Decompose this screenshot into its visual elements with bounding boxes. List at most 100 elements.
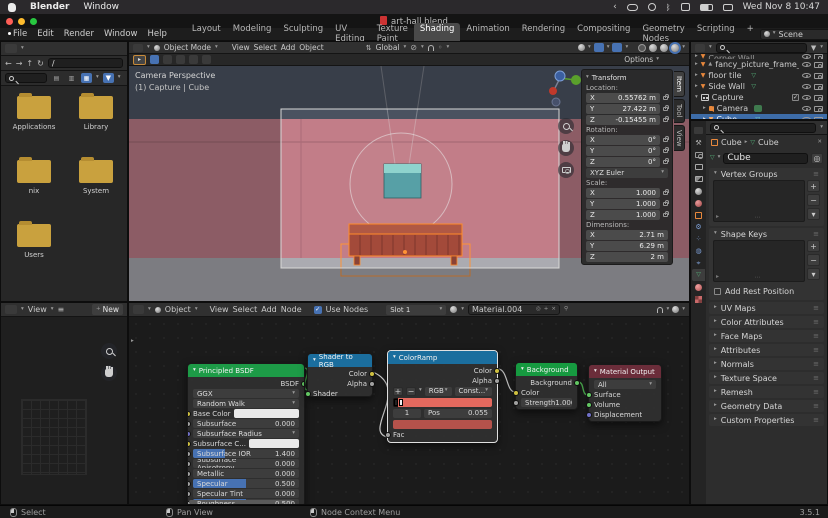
transform-orientation[interactable]: Global	[376, 43, 400, 52]
editor-type-icon[interactable]	[133, 305, 144, 314]
fake-user-shield-icon[interactable]: ◎	[811, 153, 823, 164]
custom-properties-panel[interactable]: ▸Custom Properties≡	[709, 414, 824, 426]
tab-tool[interactable]: ⚒	[692, 137, 705, 149]
shading-rendered-icon[interactable]	[671, 44, 679, 52]
hide-in-viewport-icon[interactable]	[802, 73, 811, 78]
viewport-menu-view[interactable]: View	[232, 43, 250, 52]
zoom-gizmo-icon[interactable]	[101, 343, 117, 359]
add-rest-position-checkbox[interactable]	[714, 288, 721, 295]
outliner-item-side-wall[interactable]: ▸ ▼ Side Wall ▽	[691, 81, 827, 92]
show-gizmo-icon[interactable]	[578, 44, 585, 51]
tab-constraints[interactable]: ⌖	[692, 257, 705, 269]
add-vertex-group-button[interactable]: +	[807, 180, 820, 192]
material-name-field[interactable]: Material.004 ◎ + ×	[468, 304, 560, 315]
folder-item[interactable]: Library	[69, 96, 123, 131]
hide-in-viewport-icon[interactable]	[802, 54, 811, 59]
dimensions-y-field[interactable]: Y6.29 m	[586, 241, 668, 251]
sidebar-tab-view[interactable]: View	[674, 125, 685, 152]
tab-scene[interactable]	[692, 185, 705, 197]
outliner-filter-icon[interactable]: ▼	[811, 44, 816, 52]
menubar-clock[interactable]: Wed Nov 8 10:47	[743, 2, 820, 12]
viewport-zoom-gizmo-icon[interactable]	[558, 118, 574, 134]
output-target-dropdown[interactable]: All▾	[594, 380, 656, 389]
properties-search-input[interactable]	[710, 123, 816, 133]
options-dropdown[interactable]: Options	[624, 55, 653, 64]
app-menu[interactable]: Blender	[30, 2, 69, 12]
editor-type-icon[interactable]	[692, 123, 705, 137]
editor-type-icon[interactable]	[5, 305, 17, 314]
socket-specular-tint[interactable]	[187, 491, 191, 497]
select-mode-invert-icon[interactable]	[189, 55, 198, 64]
status-circle-icon[interactable]	[648, 3, 656, 11]
stage-manager-icon[interactable]	[627, 4, 638, 11]
subsurface-field[interactable]: Subsurface0.000	[193, 419, 299, 428]
normals-panel[interactable]: ▸Normals≡	[709, 358, 824, 370]
filter-funnel-icon[interactable]: ▼	[103, 73, 114, 83]
ramp-stop-0[interactable]	[394, 399, 398, 406]
subsurface-ior-slider[interactable]: Subsurface IOR1.400	[193, 449, 299, 458]
viewport-menu-select[interactable]: Select	[254, 43, 277, 52]
subsurface-anisotropy-field[interactable]: Subsurface Anisotropy0.000	[193, 459, 299, 468]
uv-maps-panel[interactable]: ▸UV Maps≡	[709, 302, 824, 314]
image-view-menu[interactable]: View	[28, 305, 47, 314]
folder-item[interactable]: Applications	[7, 96, 61, 131]
color-mode-dropdown[interactable]: RGB▾	[425, 387, 452, 396]
collapse-icon[interactable]: ▾	[695, 95, 698, 101]
snap-magnet-icon[interactable]	[428, 45, 434, 51]
lock-icon[interactable]	[663, 107, 668, 111]
texture-space-panel[interactable]: ▸Texture Space≡	[709, 372, 824, 384]
back-icon[interactable]: ←	[5, 59, 12, 68]
copy-material-icon[interactable]: +	[544, 307, 549, 313]
outliner-item-fancy-picture-frame[interactable]: ▸ ▼ ▲ fancy_picture_frame_	[691, 59, 827, 70]
unpin-icon[interactable]: ✕	[817, 140, 822, 146]
use-nodes-checkbox[interactable]: ✓	[314, 306, 322, 314]
socket-subsurface-color[interactable]	[187, 441, 191, 447]
display-thumbnails-icon[interactable]: ▦	[81, 73, 92, 83]
shading-solid-icon[interactable]	[649, 44, 657, 52]
select-mode-new-icon[interactable]	[150, 55, 159, 64]
expand-icon[interactable]: ▸	[695, 84, 698, 90]
pan-gizmo-icon[interactable]	[101, 365, 117, 381]
disable-in-render-icon[interactable]	[814, 106, 823, 112]
shader-type-dropdown[interactable]: Object	[165, 305, 191, 314]
collection-checkbox[interactable]: ✓	[792, 94, 799, 101]
menu-help[interactable]: Help	[142, 29, 171, 39]
bluetooth-icon[interactable]: ᛒ	[666, 3, 671, 12]
remove-stop-button[interactable]: −	[406, 387, 416, 396]
parent-dir-icon[interactable]: ↑	[26, 59, 33, 68]
node-colorramp[interactable]: ▾ColorRamp Color Alpha + − ▾ RGB▾ Const.…	[387, 350, 498, 443]
lock-icon[interactable]	[663, 138, 668, 142]
viewport-canvas[interactable]: Camera Perspective (1) Capture | Cube ▾T…	[129, 66, 690, 302]
shader-menu-select[interactable]: Select	[233, 305, 258, 314]
outliner-item-floor-tile[interactable]: ▸ ▼ floor tile ▽	[691, 70, 827, 81]
rotation-z-field[interactable]: Z0°	[586, 157, 660, 167]
sidebar-tab-item[interactable]: Item	[674, 71, 685, 97]
rotation-y-field[interactable]: Y0°	[586, 146, 660, 156]
location-y-field[interactable]: Y27.422 m	[586, 104, 660, 114]
path-field[interactable]: /	[48, 58, 123, 68]
hide-in-viewport-icon[interactable]	[802, 95, 811, 100]
viewport-pan-gizmo-icon[interactable]	[558, 140, 574, 156]
subsurface-color-swatch[interactable]	[249, 439, 299, 448]
new-image-button[interactable]: +New	[92, 304, 123, 315]
node-shader-to-rgb[interactable]: ▾Shader to RGB Color Alpha Shader	[307, 353, 373, 397]
node-background[interactable]: ▾Background Background Color Strength1.0…	[515, 362, 578, 410]
active-stop-color-swatch[interactable]	[393, 420, 492, 429]
editor-type-chevron-icon[interactable]: ▾	[21, 307, 24, 313]
outliner-search-input[interactable]	[716, 43, 807, 53]
menus-collapsed-icon[interactable]: ≡	[58, 305, 65, 314]
tab-world[interactable]	[692, 197, 705, 209]
snap-off-icon[interactable]: ⊘	[410, 43, 417, 52]
tab-modifiers[interactable]: ⚙	[692, 221, 705, 233]
overlays-icon[interactable]	[672, 306, 679, 313]
subsurface-radius-dropdown[interactable]: Subsurface Radius▾	[193, 429, 299, 438]
socket-metallic[interactable]	[187, 471, 191, 477]
select-mode-extend-icon[interactable]	[163, 55, 172, 64]
hide-in-viewport-icon[interactable]	[802, 106, 811, 111]
menu-edit[interactable]: Edit	[32, 29, 58, 39]
socket-surface-input[interactable]	[586, 392, 592, 398]
socket-specular[interactable]	[187, 481, 191, 487]
disable-in-render-icon[interactable]	[814, 62, 823, 68]
socket-volume-input[interactable]	[586, 402, 592, 408]
strength-field[interactable]: Strength1.000	[521, 398, 572, 407]
